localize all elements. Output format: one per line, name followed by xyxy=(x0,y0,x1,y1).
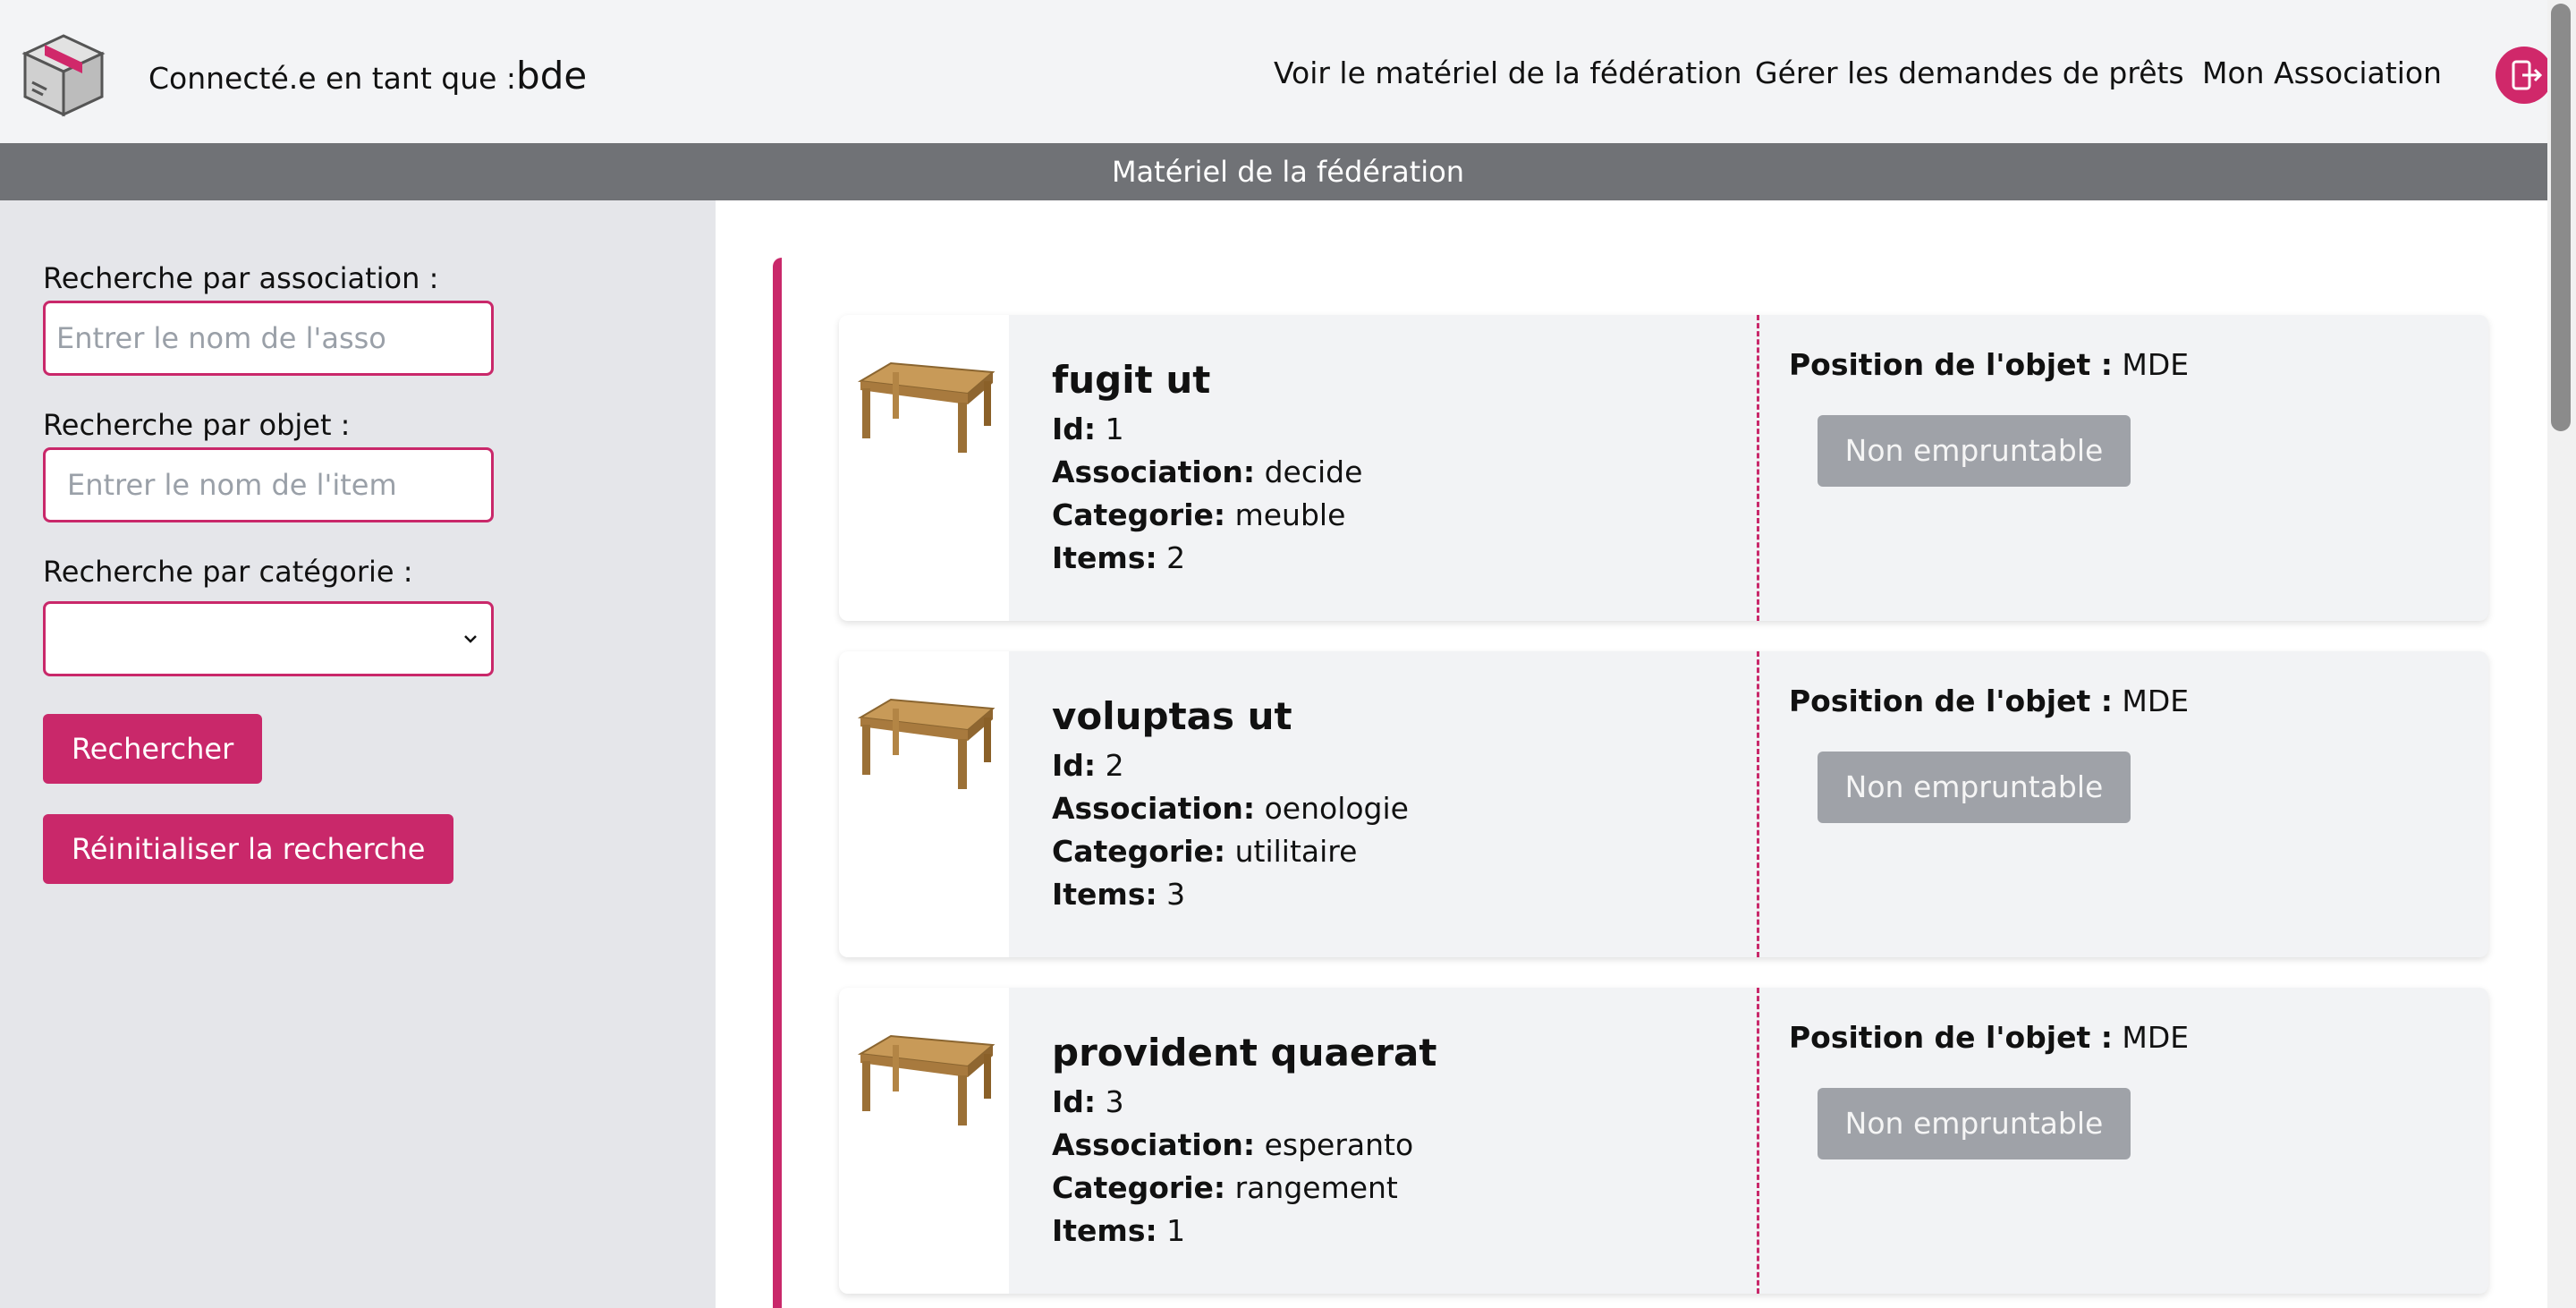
item-association: oenologie xyxy=(1264,791,1409,826)
item-categorie: utilitaire xyxy=(1234,834,1358,869)
item-count: 1 xyxy=(1166,1213,1186,1248)
item-association: decide xyxy=(1264,454,1363,489)
id-label: Id: xyxy=(1052,1084,1097,1119)
item-position: MDE xyxy=(2122,1020,2190,1055)
item-categorie: rangement xyxy=(1234,1170,1398,1205)
item-position: MDE xyxy=(2122,684,2190,718)
item-position: MDE xyxy=(2122,347,2190,382)
top-navbar: Connecté.e en tant que :bde Voir le maté… xyxy=(0,0,2576,143)
logout-icon[interactable] xyxy=(2496,47,2553,104)
categorie-label: Categorie: xyxy=(1052,497,1226,532)
items-label: Items: xyxy=(1052,540,1157,575)
item-id: 1 xyxy=(1105,412,1124,446)
list-accent-bar xyxy=(773,258,782,1308)
position-label: Position de l'objet : xyxy=(1789,684,2113,718)
item-id: 2 xyxy=(1105,748,1124,783)
search-button[interactable]: Rechercher xyxy=(43,714,263,784)
nav-voir-materiel[interactable]: Voir le matériel de la fédération xyxy=(1274,55,1742,90)
items-label: Items: xyxy=(1052,1213,1157,1248)
table-image xyxy=(839,988,1009,1294)
card-divider xyxy=(1757,988,1759,1294)
non-empruntable-button[interactable]: Non empruntable xyxy=(1818,752,2131,823)
categorie-label: Categorie: xyxy=(1052,1170,1226,1205)
category-select[interactable] xyxy=(43,601,494,676)
item-name: fugit ut xyxy=(1052,358,1211,402)
item-card: fugit ut Id: 1 Association: decide Categ… xyxy=(839,315,2488,621)
association-label: Association: xyxy=(1052,454,1256,489)
assoc-search-label: Recherche par association : xyxy=(43,261,439,295)
item-card: provident quaerat Id: 3 Association: esp… xyxy=(839,988,2488,1294)
assoc-search-input[interactable] xyxy=(43,301,494,376)
item-count: 3 xyxy=(1166,877,1186,912)
card-divider xyxy=(1757,651,1759,957)
scrollbar-thumb[interactable] xyxy=(2551,4,2571,431)
non-empruntable-button[interactable]: Non empruntable xyxy=(1818,415,2131,487)
reset-search-button[interactable]: Réinitialiser la recherche xyxy=(43,814,454,884)
association-label: Association: xyxy=(1052,1127,1256,1162)
item-name: provident quaerat xyxy=(1052,1031,1437,1074)
id-label: Id: xyxy=(1052,412,1097,446)
username: bde xyxy=(516,54,588,98)
item-association: esperanto xyxy=(1264,1127,1414,1162)
item-count: 2 xyxy=(1166,540,1186,575)
item-categorie: meuble xyxy=(1234,497,1346,532)
association-label: Association: xyxy=(1052,791,1256,826)
non-empruntable-button[interactable]: Non empruntable xyxy=(1818,1088,2131,1159)
table-image xyxy=(839,315,1009,621)
chevron-down-icon xyxy=(464,635,477,643)
id-label: Id: xyxy=(1052,748,1097,783)
table-image xyxy=(839,651,1009,957)
page-title: Matériel de la fédération xyxy=(0,143,2576,200)
box-icon[interactable] xyxy=(20,30,107,118)
category-search-label: Recherche par catégorie : xyxy=(43,555,413,589)
connected-prefix: Connecté.e en tant que : xyxy=(148,61,517,96)
object-search-label: Recherche par objet : xyxy=(43,408,351,442)
item-card: voluptas ut Id: 2 Association: oenologie… xyxy=(839,651,2488,957)
nav-gerer-demandes[interactable]: Gérer les demandes de prêts xyxy=(1755,55,2184,90)
position-label: Position de l'objet : xyxy=(1789,1020,2113,1055)
item-name: voluptas ut xyxy=(1052,694,1292,738)
connected-user-text: Connecté.e en tant que :bde xyxy=(148,54,587,98)
categorie-label: Categorie: xyxy=(1052,834,1226,869)
item-id: 3 xyxy=(1105,1084,1124,1119)
object-search-input[interactable] xyxy=(43,447,494,522)
position-label: Position de l'objet : xyxy=(1789,347,2113,382)
items-label: Items: xyxy=(1052,877,1157,912)
card-divider xyxy=(1757,315,1759,621)
nav-mon-association[interactable]: Mon Association xyxy=(2202,55,2442,90)
